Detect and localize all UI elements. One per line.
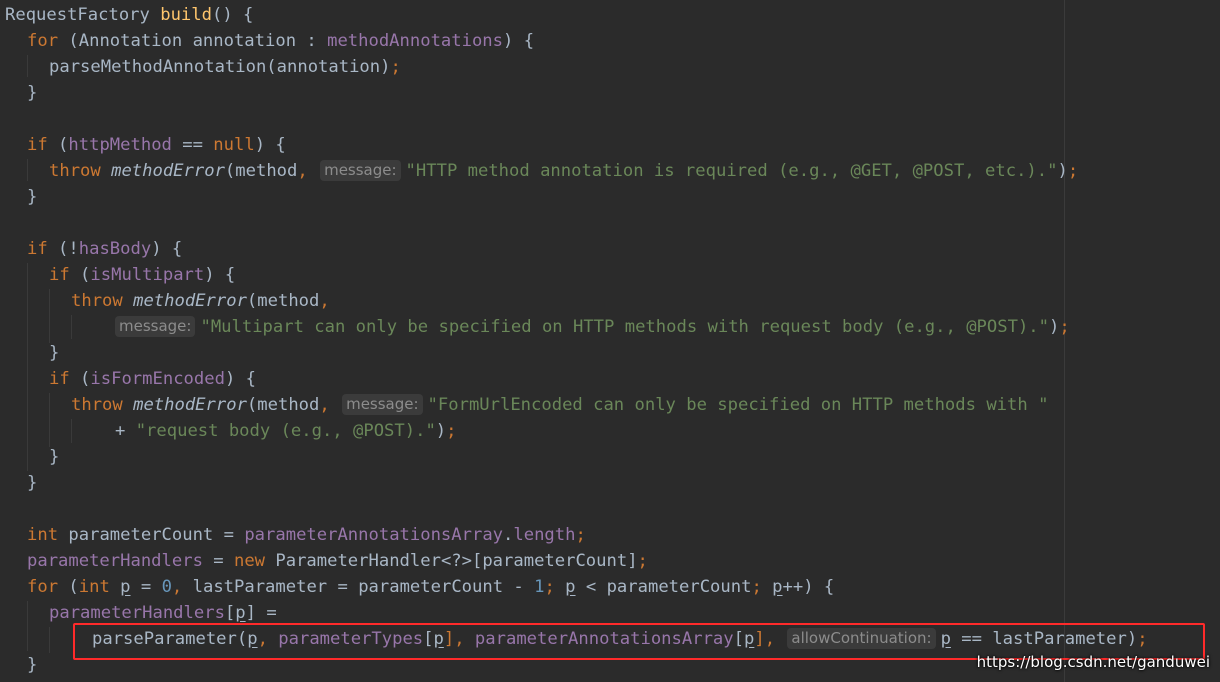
code-line-26: }: [27, 655, 38, 675]
code-line-10: if (!hasBody) {: [27, 239, 183, 259]
indent-guide: [49, 289, 50, 343]
parameter-hint: message:: [115, 316, 196, 337]
indent-guide: [27, 601, 28, 651]
code-line-12: throw methodError(method,: [71, 291, 330, 311]
code-line-3: parseMethodAnnotation(annotation);: [49, 57, 401, 77]
code-line-2: for (Annotation annotation : methodAnnot…: [27, 31, 535, 51]
indent-guide: [27, 55, 28, 77]
code-line-22: parameterHandlers = new ParameterHandler…: [27, 551, 648, 571]
right-margin-guide: [1064, 0, 1065, 682]
indent-guide: [71, 419, 72, 443]
code-line-6: if (httpMethod == null) {: [27, 135, 286, 155]
indent-guide: [49, 627, 50, 653]
code-line-14: }: [49, 343, 60, 363]
code-line-16: throw methodError(method, message: "FormU…: [71, 394, 1049, 415]
code-line-18: }: [49, 447, 60, 467]
code-line-11: if (isMultipart) {: [49, 265, 236, 285]
code-line-21: int parameterCount = parameterAnnotation…: [27, 525, 586, 545]
indent-guide: [27, 263, 28, 471]
indent-guide: [49, 393, 50, 447]
indent-guide: [27, 159, 28, 181]
code-line-8: }: [27, 187, 38, 207]
code-line-17: + "request body (e.g., @POST).");: [115, 421, 457, 441]
code-editor[interactable]: RequestFactory build() { for (Annotation…: [0, 0, 1220, 682]
code-line-13: message: "Multipart can only be specified…: [113, 314, 1070, 340]
parameter-hint: message:: [342, 394, 423, 415]
code-line-1: RequestFactory build() {: [5, 5, 254, 25]
code-line-7: throw methodError(method, message: "HTTP …: [49, 160, 1079, 181]
watermark: https://blog.csdn.net/ganduwei: [976, 653, 1210, 671]
code-line-23: for (int p = 0, lastParameter = paramete…: [27, 577, 835, 597]
code-line-4: }: [27, 83, 38, 103]
code-line-15: if (isFormEncoded) {: [49, 369, 256, 389]
parameter-hint: message:: [320, 160, 401, 181]
code-line-19: }: [27, 473, 38, 493]
indent-guide: [71, 315, 72, 339]
